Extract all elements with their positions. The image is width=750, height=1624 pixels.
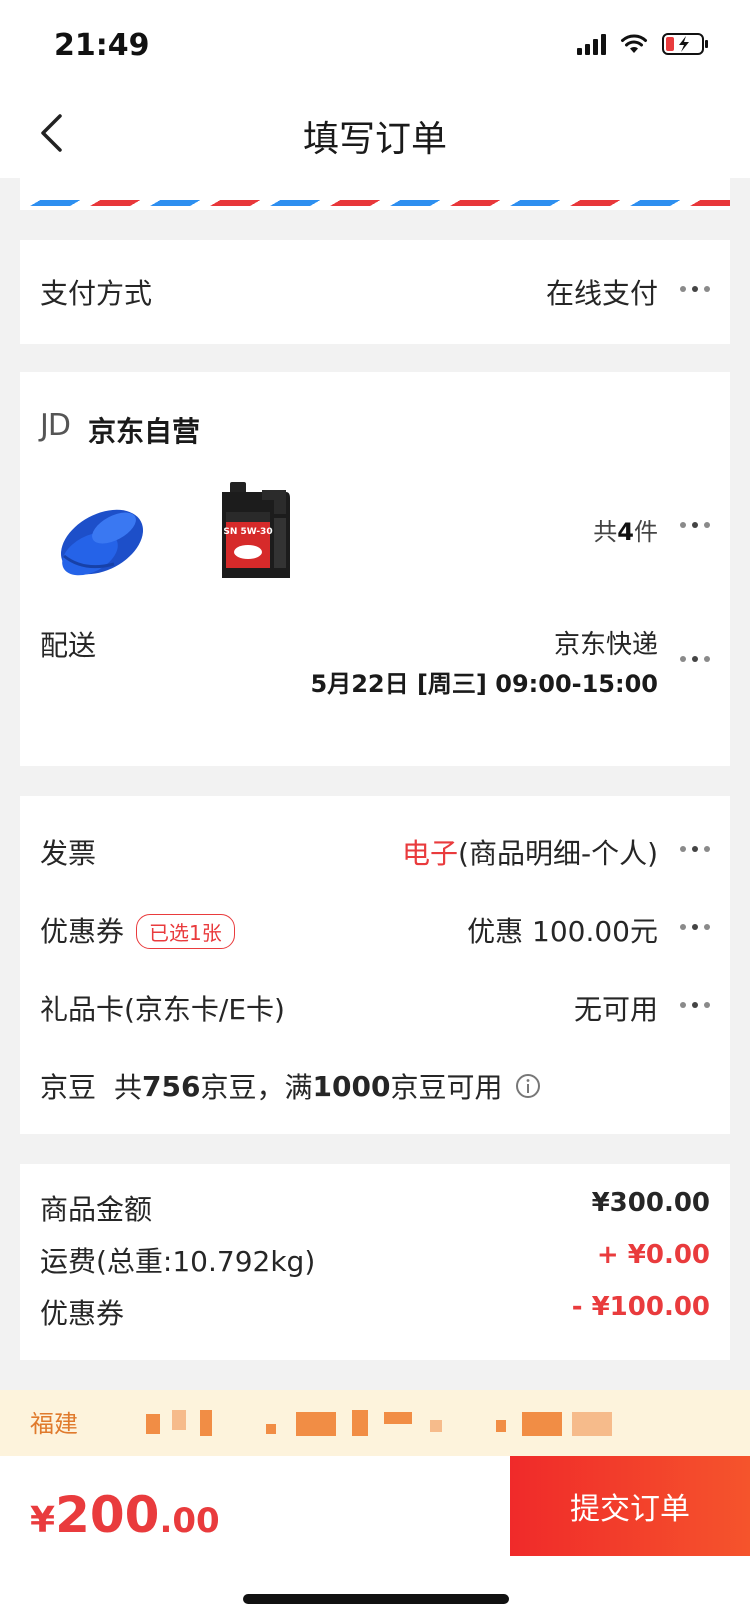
submit-order-button[interactable]: 提交订单 — [510, 1456, 750, 1556]
coupon-label: 优惠券 — [40, 915, 125, 948]
oil-label: SN 5W-30 — [223, 527, 272, 537]
invoice-more-icon[interactable] — [680, 846, 710, 852]
address-redacted — [266, 1424, 276, 1434]
address-redacted — [522, 1412, 562, 1436]
invoice-type: 电子 — [402, 837, 459, 870]
shipping-value: + ¥0.00 — [596, 1240, 710, 1270]
options-card: 发票 电子(商品明细-个人) 优惠券 已选1张 优惠 100.00元 礼品卡(京… — [20, 796, 730, 1134]
shop-name: 京东自营 — [88, 415, 201, 448]
coupon-selected-badge: 已选1张 — [136, 914, 235, 949]
gift-card-label: 礼品卡(京东卡/E卡) — [40, 993, 285, 1026]
item-count-number: 4 — [617, 518, 634, 546]
coupon-value[interactable]: 优惠 100.00元 — [467, 910, 658, 950]
checkout-bar: ¥200.00 提交订单 — [0, 1456, 750, 1624]
address-province: 福建 — [30, 1410, 78, 1438]
battery-charging-icon — [662, 33, 708, 55]
order-page: 21:49 填写订单 支付方式 在线支付 JD 京东自营 SN 5W-30 共4… — [0, 0, 750, 1624]
coupon-discount-value: - ¥100.00 — [571, 1292, 710, 1322]
address-redacted — [430, 1420, 442, 1432]
delivery-time-slot[interactable]: 5月22日 [周三] 09:00-15:00 — [311, 664, 659, 699]
gift-card-more-icon[interactable] — [680, 1002, 710, 1008]
invoice-value[interactable]: 电子(商品明细-个人) — [402, 832, 658, 872]
more-icon — [680, 286, 710, 292]
nav-bar: 填写订单 — [0, 90, 750, 178]
products-more-icon[interactable] — [680, 522, 710, 528]
coupon-more-icon[interactable] — [680, 924, 710, 930]
status-time: 21:49 — [54, 28, 150, 63]
address-redacted — [496, 1420, 506, 1432]
address-redacted — [296, 1412, 336, 1436]
jd-beans-text-1: 共 — [114, 1071, 143, 1104]
item-count: 共4件 — [593, 512, 658, 547]
invoice-detail: (商品明细-个人) — [458, 837, 658, 870]
payment-card[interactable]: 支付方式 在线支付 — [20, 240, 730, 344]
shop-card: JD 京东自营 SN 5W-30 共4件 配送 京东快递 5月22日 [周三] … — [20, 372, 730, 766]
product-image-towel[interactable] — [44, 480, 154, 590]
item-count-suffix: 件 — [634, 518, 658, 546]
address-redacted — [352, 1410, 368, 1436]
delivery-label: 配送 — [40, 629, 97, 662]
goods-amount-value: ¥300.00 — [591, 1188, 710, 1218]
address-banner[interactable]: 福建 — [0, 1390, 750, 1456]
order-total: ¥200.00 — [30, 1486, 220, 1544]
status-icons — [577, 32, 710, 56]
jd-beans-text-2: 京豆，满 — [200, 1071, 313, 1104]
payment-value: 在线支付 — [545, 277, 658, 310]
info-icon[interactable] — [514, 1072, 542, 1100]
jd-beans-text-3: 京豆可用 — [390, 1071, 503, 1104]
goods-amount-label: 商品金额 — [40, 1193, 153, 1226]
invoice-label: 发票 — [40, 837, 97, 870]
jd-logo: JD — [40, 408, 71, 443]
delivery-more-icon[interactable] — [680, 656, 710, 662]
gift-card-value[interactable]: 无可用 — [574, 988, 658, 1028]
status-bar: 21:49 — [0, 0, 750, 90]
jd-beans-label: 京豆 — [40, 1071, 97, 1104]
delivery-carrier[interactable]: 京东快递 — [554, 624, 658, 661]
jd-beans-threshold: 1000 — [312, 1069, 391, 1103]
address-redacted — [200, 1410, 212, 1436]
address-redacted — [172, 1410, 186, 1430]
envelope-stripe — [20, 200, 730, 206]
home-indicator[interactable] — [243, 1594, 509, 1604]
product-image-engine-oil[interactable]: SN 5W-30 — [200, 474, 310, 584]
address-redacted — [572, 1412, 612, 1436]
address-redacted — [146, 1414, 160, 1434]
total-decimal: .00 — [159, 1501, 220, 1541]
jd-beans-total: 756 — [142, 1069, 201, 1103]
jd-beans-row: 京豆 共 756 京豆，满 1000 京豆可用 — [40, 1066, 542, 1106]
address-redacted — [384, 1412, 412, 1424]
payment-label: 支付方式 — [40, 277, 153, 310]
summary-card: 商品金额 ¥300.00 运费(总重:10.792kg) + ¥0.00 优惠券… — [20, 1164, 730, 1360]
shipping-label: 运费(总重:10.792kg) — [40, 1245, 316, 1278]
total-integer: 200 — [55, 1486, 160, 1544]
page-title: 填写订单 — [302, 119, 447, 160]
coupon-discount-label: 优惠券 — [40, 1297, 125, 1330]
wifi-icon — [621, 34, 647, 53]
item-count-prefix: 共 — [593, 518, 618, 546]
cellular-signal-icon — [577, 33, 606, 55]
address-card-edge[interactable] — [20, 178, 730, 210]
total-currency: ¥ — [30, 1500, 56, 1541]
